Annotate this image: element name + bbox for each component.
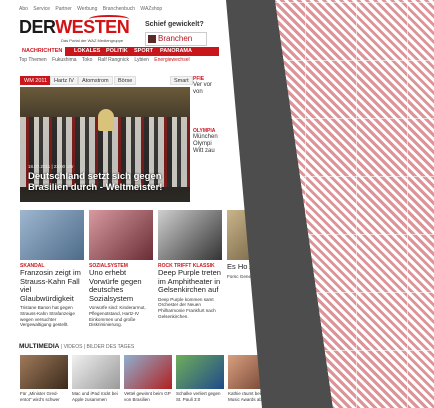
video-thumbnail[interactable] bbox=[20, 355, 68, 389]
teaser-body: Tristane Banon hat gegen Strauss-Kahn St… bbox=[20, 305, 75, 328]
teaser-body: Deep Purple kommen samt Orchester der Ne… bbox=[158, 296, 216, 319]
promo-headline: Schief gewickelt? bbox=[145, 21, 204, 28]
teaser-thumbnail[interactable] bbox=[89, 210, 153, 260]
hero-teaser[interactable]: 18.07.2011 | 23:00 Uhr Deutschland setzt… bbox=[20, 87, 190, 202]
util-link-werbung[interactable]: Werbung bbox=[77, 6, 97, 12]
subnav-item[interactable]: Lybien bbox=[134, 57, 149, 63]
multimedia-item[interactable]: Schalke verliert gegen St. Pauli 3:0 bbox=[176, 355, 224, 402]
util-link-abo[interactable]: Abo bbox=[19, 6, 28, 12]
teaser-body: Vorwürfe sind: Kinderarmut, Pflegenotsta… bbox=[89, 305, 146, 328]
multimedia-caption[interactable]: Schalke verliert gegen St. Pauli 3:0 bbox=[176, 391, 224, 402]
multimedia-row: Für „Minister Gred-entot“ wird's schwer … bbox=[20, 355, 280, 408]
branchen-icon bbox=[148, 35, 156, 43]
multimedia-item[interactable]: Vettel gewinnt beim GP von Brasilien bbox=[124, 355, 172, 402]
teaser-thumbnail[interactable] bbox=[158, 210, 222, 260]
logo-tagline: Das Portal der WAZ Mediengruppe bbox=[61, 38, 124, 43]
sub-nav: Top Themen Fukushima Toko Ralf Rangnick … bbox=[19, 57, 194, 63]
nav-item-panorama[interactable]: PANORAMA bbox=[157, 47, 195, 56]
subnav-item-highlight[interactable]: Energiewechsel bbox=[154, 57, 189, 63]
multimedia-heading: MULTIMEDIA | VIDEOS | BILDER DES TAGES bbox=[19, 343, 134, 350]
tab-hartz-iv[interactable]: Hartz IV bbox=[50, 76, 78, 85]
video-thumbnail[interactable] bbox=[124, 355, 172, 389]
tab-atomstrom[interactable]: Atomstrom bbox=[78, 76, 113, 85]
teaser-title[interactable]: Franzosin zeigt im Strauss-Kahn Fall vie… bbox=[20, 268, 84, 303]
nav-item-sport[interactable]: SPORT bbox=[131, 47, 156, 56]
util-link-wazshop[interactable]: WAZshop bbox=[140, 6, 162, 12]
tab-smart[interactable]: Smart bbox=[170, 76, 193, 85]
nav-item-lokales[interactable]: LOKALES bbox=[71, 47, 103, 56]
teaser-card[interactable]: SKANDAL Franzosin zeigt im Strauss-Kahn … bbox=[20, 210, 84, 328]
multimedia-item[interactable]: Für „Minister Gred-entot“ wird's schwer bbox=[20, 355, 68, 402]
utility-links: Abo Service Partner Werbung Branchenbuch… bbox=[19, 6, 166, 12]
trophy-shape bbox=[98, 109, 114, 131]
multimedia-caption[interactable]: Mac und iPad rückt bei Apple zusammen bbox=[72, 391, 120, 402]
util-link-branchenbuch[interactable]: Branchenbuch bbox=[103, 6, 135, 12]
util-link-service[interactable]: Service bbox=[33, 6, 50, 12]
nav-item-politik[interactable]: POLITIK bbox=[103, 47, 131, 56]
logo-der: DER bbox=[19, 17, 56, 37]
hero-meta: 18.07.2011 | 23:00 Uhr bbox=[28, 164, 74, 169]
video-thumbnail[interactable] bbox=[72, 355, 120, 389]
video-thumbnail[interactable] bbox=[176, 355, 224, 389]
main-nav: NACHRICHTEN LOKALES POLITIK SPORT PANORA… bbox=[19, 47, 219, 56]
util-link-partner[interactable]: Partner bbox=[55, 6, 71, 12]
tab-wm-2011[interactable]: WM 2011 bbox=[20, 76, 52, 85]
subnav-item[interactable]: Toko bbox=[82, 57, 93, 63]
browser-viewport: Abo Service Partner Werbung Branchenbuch… bbox=[0, 0, 434, 408]
subnav-item[interactable]: Ralf Rangnick bbox=[98, 57, 129, 63]
subnav-item[interactable]: Fukushima bbox=[52, 57, 76, 63]
multimedia-title: MULTIMEDIA bbox=[19, 343, 60, 350]
teaser-card[interactable]: SOZIALSYSTEM Uno erhebt Vorwürfe gegen d… bbox=[89, 210, 153, 328]
subnav-item[interactable]: Top Themen bbox=[19, 57, 47, 63]
teaser-row: SKANDAL Franzosin zeigt im Strauss-Kahn … bbox=[20, 210, 291, 330]
multimedia-item[interactable]: Mac und iPad rückt bei Apple zusammen bbox=[72, 355, 120, 402]
side-column: PFIE Ver vor von OLYMPIA München Olympi … bbox=[193, 76, 223, 206]
teaser-thumbnail[interactable] bbox=[20, 210, 84, 260]
site-logo[interactable]: DERWESTEN Das Portal der WAZ Mediengrupp… bbox=[19, 15, 130, 43]
multimedia-subnav[interactable]: | VIDEOS | BILDER DES TAGES bbox=[61, 344, 134, 350]
teaser-title[interactable]: Uno erhebt Vorwürfe gegen deutsches Sozi… bbox=[89, 268, 153, 303]
tab-boerse[interactable]: Börse bbox=[114, 76, 137, 85]
hero-headline[interactable]: Deutschland setzt sich gegen Brasilien d… bbox=[28, 171, 188, 193]
multimedia-caption[interactable]: Vettel gewinnt beim GP von Brasilien bbox=[124, 391, 172, 402]
nav-item-nachrichten[interactable]: NACHRICHTEN bbox=[19, 47, 66, 56]
teaser-card[interactable]: ROCK TRIFFT KLASSIK Deep Purple treten i… bbox=[158, 210, 222, 320]
logo-swoosh bbox=[89, 15, 129, 23]
side-text-1[interactable]: Ver vor von bbox=[193, 82, 223, 96]
promo-banner[interactable]: Branchen bbox=[145, 32, 207, 46]
promo-banner-label: Branchen bbox=[158, 34, 193, 43]
multimedia-caption[interactable]: Für „Minister Gred-entot“ wird's schwer bbox=[20, 391, 68, 402]
side-text-2[interactable]: München Olympi Witt zau bbox=[193, 134, 223, 155]
teaser-title[interactable]: Deep Purple treten im Amphitheater in Ge… bbox=[158, 268, 222, 295]
